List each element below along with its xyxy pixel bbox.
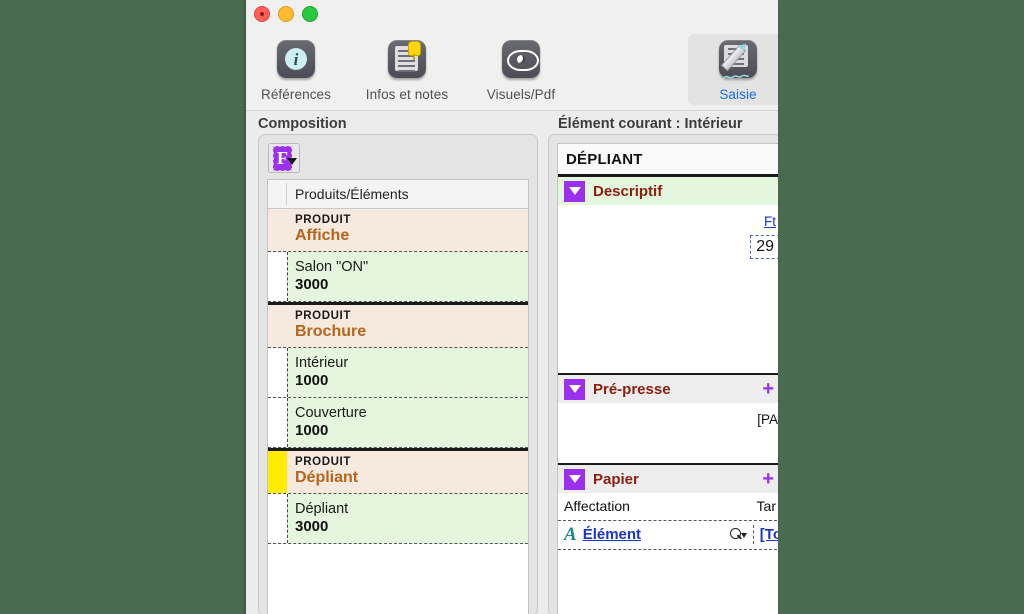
- table-row[interactable]: A Élément [To: [558, 521, 778, 550]
- row-name-label: Couverture: [295, 405, 367, 421]
- table-row[interactable]: Salon "ON" 3000: [268, 252, 528, 302]
- cell-divider: [752, 525, 754, 544]
- table-row[interactable]: Intérieur 1000: [268, 348, 528, 398]
- form-title: DÉPLIANT: [558, 144, 778, 177]
- row-flag-marker: [268, 451, 287, 493]
- column-header-products-elements: Produits/Éléments: [295, 186, 409, 202]
- row-name-label: Dépliant: [295, 469, 359, 486]
- row-name-label: Affiche: [295, 227, 350, 244]
- add-papier-button[interactable]: +: [762, 469, 774, 489]
- section-header-prepresse[interactable]: Pré-presse +: [558, 373, 778, 403]
- section-title-papier: Papier: [593, 470, 639, 488]
- section-title-prepresse: Pré-presse: [593, 380, 671, 398]
- row-flag-marker: [268, 305, 287, 347]
- row-quantity-label: 3000: [295, 518, 329, 535]
- row-name-label: Brochure: [295, 323, 367, 340]
- toolbar-item-infos-notes[interactable]: Infos et notes: [357, 34, 457, 105]
- row-flag-marker: [268, 494, 287, 543]
- chevron-down-icon: [287, 158, 297, 165]
- row-name-label: Intérieur: [295, 355, 349, 371]
- papier-tarif-link[interactable]: [To: [760, 526, 778, 543]
- row-flag-marker: [268, 398, 287, 447]
- disclosure-triangle-icon[interactable]: [564, 378, 585, 400]
- edit-doc-icon: [715, 38, 761, 84]
- eye-icon: [498, 38, 544, 84]
- row-kind-label: PRODUIT: [295, 214, 351, 226]
- magnifier-icon[interactable]: [729, 527, 747, 542]
- section-body-prepresse: [PA: [558, 403, 778, 463]
- section-title-descriptif: Descriptif: [593, 182, 663, 200]
- table-row[interactable]: Couverture 1000: [268, 398, 528, 448]
- row-name-label: Salon "ON": [295, 259, 369, 275]
- toolbar-item-visuels-pdf[interactable]: Visuels/Pdf: [471, 34, 571, 105]
- row-kind-label: PRODUIT: [295, 310, 351, 322]
- row-flag-marker: [268, 348, 287, 397]
- format-dropdown-button[interactable]: F: [268, 143, 300, 173]
- element-detail-pane: DÉPLIANT Descriptif Ft 29 Pré-presse + […: [548, 134, 778, 614]
- squiggle-icon: [723, 74, 749, 79]
- column-divider: [286, 183, 287, 205]
- section-body-papier: Affectation Tar A Élément [To: [558, 493, 778, 550]
- prepresse-value-text: [PA: [757, 412, 778, 427]
- section-header-papier[interactable]: Papier +: [558, 463, 778, 493]
- row-flag-marker: [268, 209, 287, 251]
- section-header-descriptif[interactable]: Descriptif: [558, 177, 778, 205]
- row-kind-label: PRODUIT: [295, 456, 351, 468]
- window-toolbar: i Références Infos et notes Visuels/Pdf: [246, 30, 778, 111]
- right-pane-title: Élément courant : Intérieur: [558, 116, 743, 132]
- toolbar-label-saisie: Saisie: [719, 87, 757, 102]
- left-pane-title: Composition: [258, 116, 347, 132]
- table-row[interactable]: PRODUIT Brochure: [268, 302, 528, 348]
- papier-col-tarif: Tar: [756, 498, 776, 514]
- toolbar-item-saisie[interactable]: Saisie: [688, 34, 778, 105]
- toolbar-label-infos-notes: Infos et notes: [365, 87, 449, 102]
- papier-col-affectation: Affectation: [564, 498, 630, 514]
- element-form: DÉPLIANT Descriptif Ft 29 Pré-presse + […: [557, 143, 778, 614]
- row-quantity-label: 1000: [295, 372, 329, 389]
- desktop-background: i Références Infos et notes Visuels/Pdf: [0, 0, 1024, 614]
- application-window: i Références Infos et notes Visuels/Pdf: [246, 0, 778, 614]
- list-column-header-row: Produits/Éléments: [268, 180, 528, 209]
- composition-pane: F Produits/Éléments PRODUIT Affiche Salo…: [258, 134, 538, 614]
- table-row[interactable]: PRODUIT Dépliant: [268, 448, 528, 494]
- row-quantity-label: 1000: [295, 422, 329, 439]
- close-button[interactable]: [254, 6, 270, 22]
- toolbar-label-visuels-pdf: Visuels/Pdf: [486, 87, 556, 102]
- papier-table-header: Affectation Tar: [558, 493, 778, 521]
- ft-value-field[interactable]: 29: [750, 235, 778, 259]
- add-prepresse-button[interactable]: +: [762, 379, 774, 399]
- notes-icon: [384, 38, 430, 84]
- info-icon: i: [273, 38, 319, 84]
- ft-link[interactable]: Ft: [764, 214, 776, 229]
- table-row[interactable]: PRODUIT Affiche: [268, 209, 528, 252]
- table-row[interactable]: Dépliant 3000: [268, 494, 528, 544]
- toolbar-label-references: Références: [260, 87, 332, 102]
- toolbar-item-references[interactable]: i Références: [246, 34, 346, 105]
- text-style-icon[interactable]: A: [564, 525, 577, 544]
- row-quantity-label: 3000: [295, 276, 329, 293]
- disclosure-triangle-icon[interactable]: [564, 180, 585, 202]
- element-link[interactable]: Élément: [583, 526, 641, 543]
- traffic-lights: [254, 6, 318, 22]
- zoom-button[interactable]: [302, 6, 318, 22]
- row-flag-marker: [268, 252, 287, 301]
- row-name-label: Dépliant: [295, 501, 349, 517]
- minimize-button[interactable]: [278, 6, 294, 22]
- section-body-descriptif: Ft 29: [558, 205, 778, 373]
- disclosure-triangle-icon[interactable]: [564, 468, 585, 490]
- products-elements-list[interactable]: Produits/Éléments PRODUIT Affiche Salon …: [267, 179, 529, 614]
- window-titlebar: [246, 0, 778, 30]
